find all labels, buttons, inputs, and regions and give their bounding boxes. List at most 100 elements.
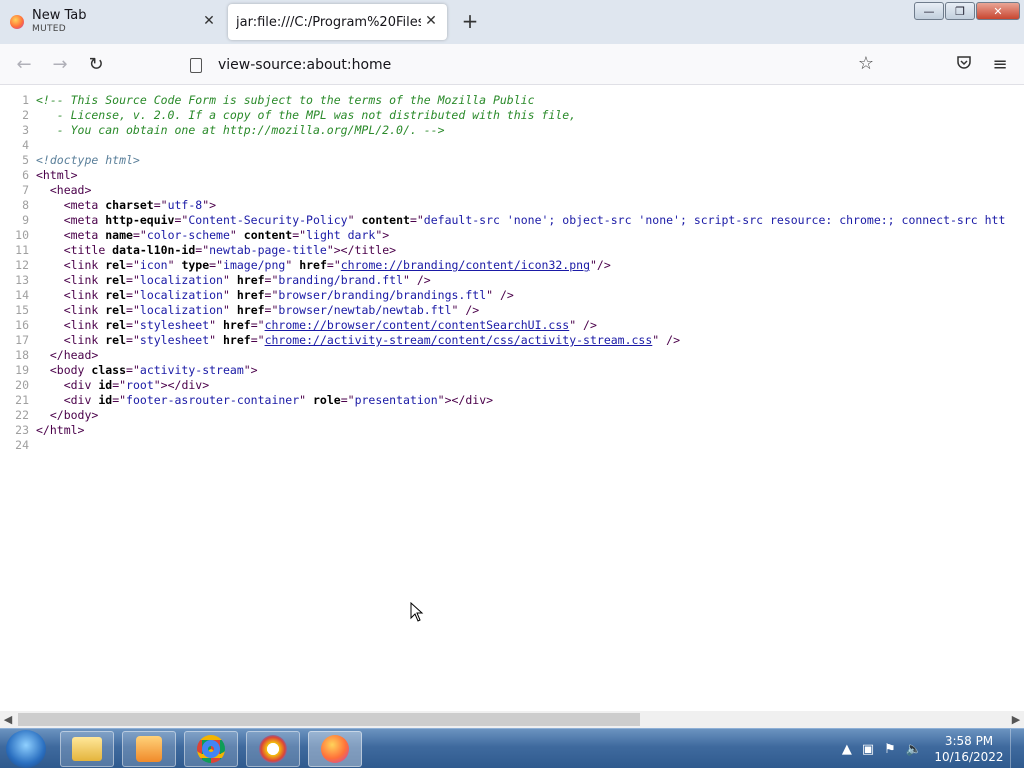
tab-title: New Tab: [32, 8, 87, 23]
source-line: 16 <link rel="stylesheet" href="chrome:/…: [0, 318, 1024, 333]
source-line: 22 </body>: [0, 408, 1024, 423]
menu-hamburger-icon[interactable]: ≡: [988, 53, 1012, 77]
tab-title: jar:file:///C:/Program%20Files/Mozi: [236, 14, 421, 30]
source-token: href: [299, 258, 327, 272]
horizontal-scrollbar[interactable]: ◀ ▶: [0, 711, 1024, 728]
source-token: <!doctype html>: [36, 153, 140, 167]
taskbar-vpn[interactable]: [246, 731, 300, 767]
source-token: - You can obtain one at http://mozilla.o…: [36, 123, 445, 137]
source-token: utf-8: [167, 198, 203, 212]
source-token: " />: [403, 273, 431, 287]
close-window-button[interactable]: ✕: [976, 2, 1020, 20]
show-hidden-icons-icon[interactable]: ▲: [842, 742, 852, 757]
source-line: 5 <!doctype html>: [0, 153, 1024, 168]
line-number: 14: [15, 288, 29, 302]
source-token: data-l10n-id: [112, 243, 196, 257]
pocket-icon[interactable]: [952, 53, 976, 77]
source-token: href: [223, 318, 251, 332]
show-desktop-button[interactable]: [1010, 729, 1024, 769]
source-token: <link: [63, 273, 106, 287]
line-number: 19: [15, 363, 29, 377]
close-tab-icon[interactable]: ✕: [423, 13, 439, 29]
source-token: role: [313, 393, 341, 407]
source-token: =": [174, 213, 189, 227]
source-token: =": [126, 363, 140, 377]
source-token: [36, 258, 64, 272]
source-token: [36, 363, 50, 377]
source-token: default-src 'none'; object-src 'none'; s…: [423, 213, 1006, 227]
source-token: <link: [63, 258, 106, 272]
close-tab-icon[interactable]: ✕: [201, 13, 217, 29]
source-line: 15 <link rel="localization" href="browse…: [0, 303, 1024, 318]
mouse-cursor-icon: [410, 602, 424, 622]
clock-time: 3:58 PM: [944, 734, 994, 748]
tab-new-tab[interactable]: New Tab MUTED ✕: [0, 4, 225, 40]
volume-icon[interactable]: 🔈: [906, 742, 922, 757]
source-line: 13 <link rel="localization" href="brandi…: [0, 273, 1024, 288]
source-token: =": [264, 288, 279, 302]
source-token: light dark: [306, 228, 376, 242]
line-number: 13: [15, 273, 29, 287]
maximize-button[interactable]: ❐: [945, 2, 975, 20]
source-token: "></div>: [437, 393, 494, 407]
source-token: =": [126, 318, 140, 332]
scroll-right-arrow-icon[interactable]: ▶: [1008, 711, 1024, 728]
source-token: content: [361, 213, 410, 227]
source-token: [36, 333, 64, 347]
url-text[interactable]: view-source:about:home: [218, 57, 391, 73]
source-token: presentation: [354, 393, 438, 407]
taskbar-chrome[interactable]: [184, 731, 238, 767]
source-token: [36, 348, 50, 362]
scroll-left-arrow-icon[interactable]: ◀: [0, 711, 16, 728]
source-token: <div: [63, 378, 99, 392]
source-token: rel: [105, 303, 127, 317]
source-line: 18 </head>: [0, 348, 1024, 363]
reload-icon[interactable]: ↻: [84, 53, 108, 77]
source-token: <div: [63, 393, 99, 407]
source-link[interactable]: chrome://activity-stream/content/css/act…: [265, 333, 653, 347]
source-token: ": [299, 393, 313, 407]
taskbar-media-player[interactable]: [122, 731, 176, 767]
start-button[interactable]: [6, 730, 46, 768]
source-link[interactable]: chrome://branding/content/icon32.png: [341, 258, 590, 272]
navigation-toolbar: ← → ↻ view-source:about:home ☆ ≡: [0, 44, 1024, 85]
line-number: 21: [15, 393, 29, 407]
source-token: href: [223, 333, 251, 347]
source-token: =": [195, 243, 210, 257]
source-token: localization: [139, 303, 223, 317]
scrollbar-thumb[interactable]: [18, 713, 640, 726]
line-number: 4: [22, 138, 29, 152]
source-token: localization: [139, 273, 223, 287]
source-token: ": [229, 228, 244, 242]
source-token: =": [126, 258, 140, 272]
windows-taskbar: ▲ ▣ ⚑ 🔈 3:58 PM 10/16/2022: [0, 728, 1024, 769]
clock[interactable]: 3:58 PM 10/16/2022: [934, 733, 1004, 765]
source-token: =": [112, 378, 127, 392]
taskbar-explorer[interactable]: [60, 731, 114, 767]
source-link[interactable]: chrome://browser/content/contentSearchUI…: [265, 318, 570, 332]
back-arrow-icon[interactable]: ←: [12, 53, 36, 77]
new-tab-plus-icon[interactable]: +: [460, 11, 480, 31]
source-token: ": [222, 273, 237, 287]
source-line: 4: [0, 138, 1024, 153]
forward-arrow-icon[interactable]: →: [48, 53, 72, 77]
minimize-button[interactable]: —: [914, 2, 944, 20]
tab-view-source[interactable]: jar:file:///C:/Program%20Files/Mozi ✕: [228, 4, 447, 40]
source-token: activity-stream: [139, 363, 244, 377]
source-token: root: [126, 378, 154, 392]
source-token: =": [126, 273, 140, 287]
source-token: [36, 228, 64, 242]
action-center-icon[interactable]: ⚑: [884, 742, 896, 757]
source-token: <title: [63, 243, 113, 257]
url-bar[interactable]: view-source:about:home ☆: [184, 50, 880, 80]
source-token: branding/brand.ftl: [278, 273, 404, 287]
network-icon[interactable]: ▣: [862, 742, 874, 757]
bookmark-star-icon[interactable]: ☆: [858, 53, 874, 74]
source-token: [36, 378, 64, 392]
source-token: =": [250, 318, 265, 332]
source-token: "/>: [590, 258, 611, 272]
source-line: 14 <link rel="localization" href="browse…: [0, 288, 1024, 303]
line-number: 9: [22, 213, 29, 227]
clock-date: 10/16/2022: [934, 750, 1004, 764]
taskbar-firefox[interactable]: [308, 731, 362, 767]
